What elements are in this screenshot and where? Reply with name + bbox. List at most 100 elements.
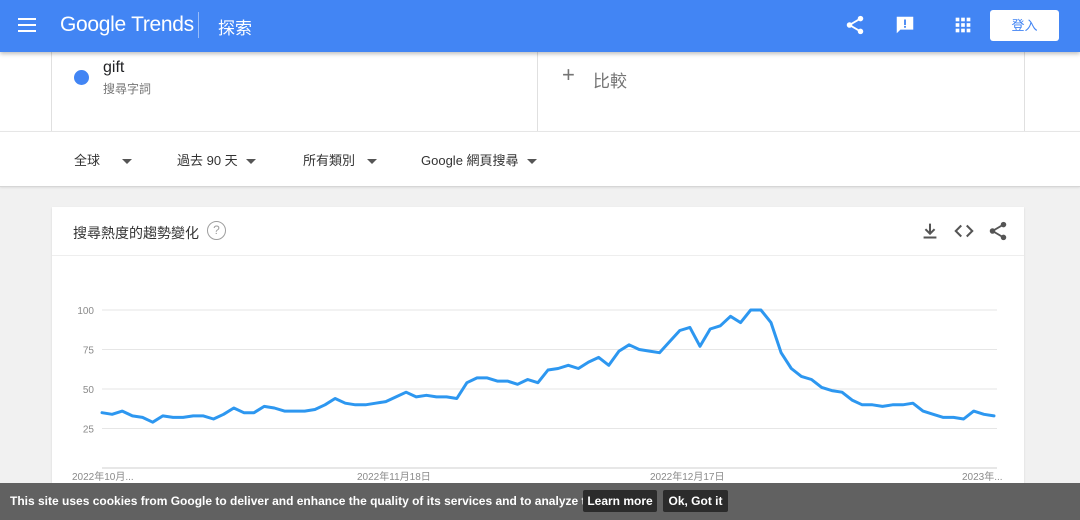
search-type-dropdown[interactable]: Google 網頁搜尋	[421, 150, 537, 169]
data-point	[313, 408, 316, 411]
data-point	[820, 386, 823, 389]
data-point	[111, 413, 114, 416]
data-point	[384, 400, 387, 403]
data-point	[293, 410, 296, 413]
compare-label: 比較	[593, 72, 627, 91]
search-type-label: Google 網頁搜尋	[421, 153, 519, 168]
google-trends-logo[interactable]: Google Trends	[60, 13, 194, 37]
data-point	[800, 375, 803, 378]
term-type: 搜尋字詞	[103, 82, 152, 96]
data-point	[770, 321, 773, 324]
data-point	[334, 397, 337, 400]
x-tick-label: 2022年12月17日	[650, 470, 725, 483]
time-range-label: 過去 90 天	[177, 153, 238, 168]
data-point	[172, 416, 175, 419]
data-point	[993, 414, 996, 417]
menu-icon[interactable]	[18, 18, 36, 32]
data-point	[881, 405, 884, 408]
data-point	[141, 416, 144, 419]
category-dropdown[interactable]: 所有類別	[303, 150, 378, 169]
sign-in-button[interactable]: 登入	[990, 10, 1059, 41]
data-point	[841, 391, 844, 394]
x-tick-label: 2022年10月...	[72, 470, 134, 483]
data-point	[851, 399, 854, 402]
ok-got-it-button[interactable]: Ok, Got it	[663, 490, 728, 512]
data-point	[516, 383, 519, 386]
data-point	[678, 329, 681, 332]
data-point	[445, 395, 448, 398]
chevron-down-icon	[245, 159, 256, 165]
data-point	[861, 403, 864, 406]
apps-grid-icon[interactable]	[952, 14, 974, 36]
header-divider	[198, 12, 199, 38]
data-point	[597, 356, 600, 359]
data-point	[344, 402, 347, 405]
embed-code-icon[interactable]	[953, 220, 975, 242]
data-point	[891, 403, 894, 406]
data-point	[972, 410, 975, 413]
chevron-down-icon	[367, 159, 378, 165]
y-tick-label: 75	[83, 346, 95, 357]
data-point	[354, 403, 357, 406]
data-point	[729, 315, 732, 318]
term-color-dot	[74, 70, 89, 85]
data-point	[131, 414, 134, 417]
data-point	[536, 381, 539, 384]
search-term-card[interactable]: gift 搜尋字詞	[51, 52, 538, 131]
data-point	[192, 414, 195, 417]
plus-icon: +	[562, 62, 575, 87]
share-icon[interactable]	[987, 220, 1009, 242]
data-point	[607, 364, 610, 367]
term-name[interactable]: gift	[103, 59, 124, 77]
time-range-dropdown[interactable]: 過去 90 天	[177, 150, 256, 169]
data-point	[506, 380, 509, 383]
data-point	[719, 324, 722, 327]
help-icon[interactable]: ?	[207, 221, 226, 240]
page-title: 探索	[218, 19, 252, 38]
data-point	[425, 394, 428, 397]
data-point	[699, 345, 702, 348]
data-point	[101, 411, 104, 414]
learn-more-button[interactable]: Learn more	[583, 490, 657, 512]
data-point	[324, 403, 327, 406]
data-point	[790, 367, 793, 370]
data-point	[759, 309, 762, 312]
y-tick-label: 100	[77, 306, 94, 317]
feedback-icon[interactable]	[894, 14, 916, 36]
data-point	[465, 381, 468, 384]
x-tick-label: 2023年...	[962, 470, 1003, 483]
data-point	[212, 418, 215, 421]
data-point	[922, 410, 925, 413]
data-point	[476, 376, 479, 379]
data-point	[567, 364, 570, 367]
data-point	[121, 410, 124, 413]
data-point	[739, 321, 742, 324]
data-point	[415, 395, 418, 398]
data-point	[486, 376, 489, 379]
share-icon[interactable]	[844, 14, 866, 36]
category-label: 所有類別	[303, 153, 356, 168]
data-point	[405, 391, 408, 394]
data-point	[830, 389, 833, 392]
y-tick-label: 50	[83, 385, 95, 396]
data-point	[709, 328, 712, 331]
data-point	[161, 414, 164, 417]
data-point	[242, 411, 245, 414]
data-point	[526, 378, 529, 381]
top-app-bar: Google Trends 探索 登入	[0, 0, 1080, 52]
data-point	[263, 405, 266, 408]
data-point	[577, 367, 580, 370]
region-dropdown[interactable]: 全球	[74, 150, 133, 169]
y-tick-label: 25	[83, 425, 95, 436]
data-point	[871, 403, 874, 406]
chevron-down-icon	[122, 159, 133, 165]
data-point	[283, 410, 286, 413]
data-point	[952, 416, 955, 419]
data-point	[688, 326, 691, 329]
chevron-down-icon	[526, 159, 537, 165]
data-point	[962, 418, 965, 421]
x-tick-label: 2022年11月18日	[357, 470, 431, 483]
compare-button[interactable]: + 比較	[538, 52, 1025, 131]
data-point	[932, 413, 935, 416]
download-icon[interactable]	[919, 220, 941, 242]
